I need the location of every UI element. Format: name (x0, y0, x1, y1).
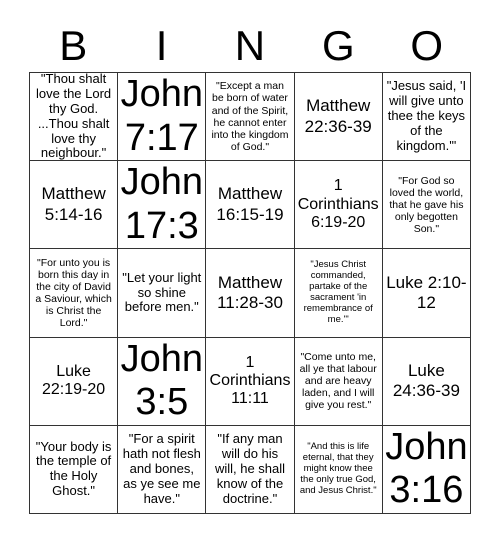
bingo-cell-r4-c4[interactable]: "Come unto me, all ye that labour and ar… (294, 337, 383, 426)
bingo-cell-r3-c1[interactable]: "For unto you is born this day in the ci… (30, 249, 119, 338)
cell-text: "And this is life eternal, that they mig… (299, 441, 377, 496)
bingo-cell-r1-c3[interactable]: "Except a man be born of water and of th… (206, 73, 295, 162)
cell-text: "Let your light so shine before men." (122, 269, 202, 315)
bingo-cell-r3-c4[interactable]: "Jesus Christ commanded, partake of the … (294, 249, 383, 338)
header-letter-i: I (155, 22, 168, 69)
cell-text: 1 Corinthians 11:11 (209, 353, 291, 408)
cell-text: 1 Corinthians 6:19-20 (297, 177, 379, 231)
cell-text: "If any man will do his will, he shall k… (214, 431, 286, 506)
cell-text: Matthew 5:14-16 (41, 184, 106, 224)
cell-text: Matthew 11:28-30 (217, 272, 283, 312)
cell-text: "Come unto me, all ye that labour and ar… (299, 351, 377, 412)
bingo-cell-r5-c2[interactable]: "For a spirit hath not flesh and bones, … (118, 425, 207, 514)
bingo-cell-r2-c2[interactable]: John 17:3 (118, 161, 207, 250)
bingo-cell-r5-c4[interactable]: "And this is life eternal, that they mig… (294, 425, 383, 514)
bingo-cell-r1-c4[interactable]: Matthew 22:36-39 (294, 73, 383, 162)
bingo-cell-r2-c5[interactable]: "For God so loved the world, that he gav… (382, 161, 471, 250)
bingo-cell-r2-c4[interactable]: 1 Corinthians 6:19-20 (294, 161, 383, 250)
cell-text: "Thou shalt love the Lord thy God. ...Th… (36, 73, 112, 161)
cell-text: "Your body is the temple of the Holy Gho… (35, 438, 112, 499)
bingo-cell-r4-c5[interactable]: Luke 24:36-39 (382, 337, 471, 426)
cell-text: John 17:3 (120, 161, 203, 247)
bingo-cell-r2-c3[interactable]: Matthew 16:15-19 (206, 161, 295, 250)
bingo-cell-r1-c1[interactable]: "Thou shalt love the Lord thy God. ...Th… (30, 73, 119, 162)
cell-text: Luke 2:10-12 (386, 272, 467, 312)
bingo-cell-r5-c3[interactable]: "If any man will do his will, he shall k… (206, 425, 295, 514)
cell-text: John 3:16 (385, 425, 468, 512)
cell-text: "Jesus Christ commanded, partake of the … (303, 259, 373, 325)
cell-text: John 3:5 (120, 337, 203, 424)
bingo-cell-r5-c1[interactable]: "Your body is the temple of the Holy Gho… (30, 425, 119, 514)
header-letter-o: O (410, 22, 444, 69)
cell-text: Matthew 16:15-19 (216, 184, 284, 224)
cell-text: "Jesus said, 'I will give unto thee the … (386, 78, 467, 153)
cell-text: "Except a man be born of water and of th… (211, 80, 289, 153)
cell-text: Luke 22:19-20 (42, 362, 106, 399)
cell-text: John 7:17 (120, 73, 203, 159)
bingo-cell-r2-c1[interactable]: Matthew 5:14-16 (30, 161, 119, 250)
bingo-cell-r3-c3[interactable]: Matthew 11:28-30 (206, 249, 295, 338)
header-letter-n: N (234, 22, 266, 69)
cell-text: Matthew 22:36-39 (304, 96, 372, 136)
bingo-cell-r4-c2[interactable]: John 3:5 (118, 337, 207, 426)
cell-text: Luke 24:36-39 (392, 360, 460, 401)
bingo-cell-r3-c2[interactable]: "Let your light so shine before men." (118, 249, 207, 338)
bingo-cell-r5-c5[interactable]: John 3:16 (382, 425, 471, 514)
cell-text: "For unto you is born this day in the ci… (35, 256, 112, 330)
cell-text: "For God so loved the world, that he gav… (389, 174, 464, 235)
header-letter-b: B (59, 22, 88, 69)
bingo-cell-r4-c3[interactable]: 1 Corinthians 11:11 (206, 337, 295, 426)
bingo-cell-r1-c5[interactable]: "Jesus said, 'I will give unto thee the … (382, 73, 471, 162)
bingo-cell-r1-c2[interactable]: John 7:17 (118, 73, 207, 162)
bingo-cell-r3-c5[interactable]: Luke 2:10-12 (382, 249, 471, 338)
bingo-cell-r4-c1[interactable]: Luke 22:19-20 (30, 337, 119, 426)
header-letter-g: G (322, 22, 355, 69)
bingo-header: B I N G O (29, 22, 471, 70)
cell-text: "For a spirit hath not flesh and bones, … (122, 431, 201, 506)
bingo-grid: "Thou shalt love the Lord thy God. ...Th… (29, 72, 471, 514)
